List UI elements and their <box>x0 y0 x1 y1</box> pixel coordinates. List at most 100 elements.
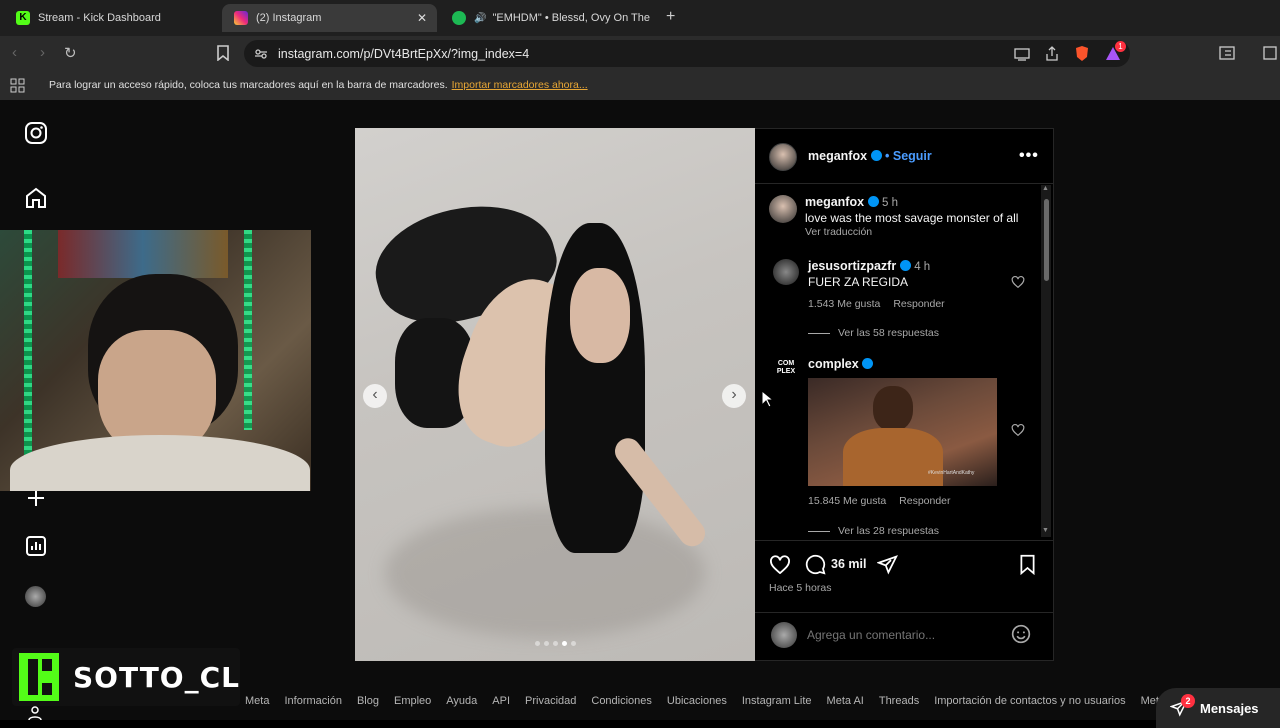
follow-button[interactable]: • Seguir <box>885 149 932 163</box>
footer-link[interactable]: Blog <box>357 695 379 707</box>
save-icon[interactable] <box>1018 554 1037 575</box>
post-image[interactable]: ‹ › <box>355 128 755 661</box>
back-icon[interactable]: ‹ <box>12 44 17 61</box>
apps-grid-icon[interactable] <box>10 78 25 93</box>
footer-link[interactable]: Threads <box>879 695 919 707</box>
like-comment-icon[interactable] <box>1011 275 1025 288</box>
view-replies-button[interactable]: Ver las 58 respuestas <box>808 327 939 339</box>
like-icon[interactable] <box>769 554 791 574</box>
author-username[interactable]: meganfox <box>808 149 867 163</box>
kick-logo-arm-bottom <box>42 683 52 695</box>
address-bar-row: ‹ › ↻ instagram.com/p/DVt4BrtEpXx/?img_i… <box>0 36 1280 70</box>
post-timestamp: Hace 5 horas <box>769 582 832 594</box>
gif-person-body <box>843 428 943 486</box>
browser-tab-bar: K Stream - Kick Dashboard (2) Instagram … <box>0 0 1280 36</box>
footer-link[interactable]: Privacidad <box>525 695 576 707</box>
comment-username[interactable]: complex <box>808 357 859 371</box>
footer-link[interactable]: Meta AI <box>827 695 864 707</box>
tab-title: (2) Instagram <box>256 12 322 24</box>
sidebar-toggle-icon[interactable] <box>1219 46 1235 60</box>
reply-button[interactable]: Responder <box>899 495 950 507</box>
url-input[interactable]: instagram.com/p/DVt4BrtEpXx/?img_index=4… <box>244 40 1130 67</box>
messages-button[interactable]: 2 Mensajes <box>1156 688 1280 728</box>
new-tab-icon[interactable]: + <box>666 8 675 26</box>
profile-avatar[interactable] <box>25 586 46 607</box>
tab-title: Stream - Kick Dashboard <box>38 12 161 24</box>
footer-link[interactable]: Importación de contactos y no usuarios <box>934 695 1125 707</box>
cast-icon[interactable] <box>1014 47 1030 61</box>
comment-likes[interactable]: 15.845 Me gusta <box>808 495 886 507</box>
home-icon[interactable] <box>24 186 48 210</box>
bookmarks-hint: Para lograr un acceso rápido, coloca tus… <box>49 79 448 91</box>
comment-gif[interactable]: #KevinHartAndKathy <box>808 378 997 486</box>
view-replies-button[interactable]: Ver las 28 respuestas <box>808 525 939 537</box>
footer-link[interactable]: Ayuda <box>446 695 477 707</box>
footer-link[interactable]: Empleo <box>394 695 431 707</box>
like-comment-icon[interactable] <box>1011 423 1025 436</box>
footer-link[interactable]: Condiciones <box>591 695 652 707</box>
verified-badge-icon <box>867 196 879 207</box>
current-user-avatar <box>771 622 797 648</box>
add-comment-input[interactable] <box>807 625 997 645</box>
import-bookmarks-link[interactable]: Importar marcadores ahora... <box>452 79 588 91</box>
footer-link[interactable]: Información <box>284 695 341 707</box>
tab-kick-dashboard[interactable]: K Stream - Kick Dashboard <box>4 4 219 32</box>
more-options-icon[interactable]: ••• <box>1019 147 1039 165</box>
kick-stream-overlay: SOTTO_CL <box>12 648 240 706</box>
gif-caption: #KevinHartAndKathy <box>928 470 975 476</box>
commenter-avatar[interactable]: COM PLEX <box>773 356 799 382</box>
forward-icon[interactable]: › <box>40 44 45 61</box>
reply-button[interactable]: Responder <box>893 298 944 310</box>
photo-figure-face <box>570 268 630 363</box>
brave-shields-icon[interactable] <box>1074 45 1090 62</box>
footer-link[interactable]: Instagram Lite <box>742 695 812 707</box>
footer-link[interactable]: API <box>492 695 510 707</box>
dashboard-icon[interactable] <box>24 534 48 558</box>
reload-icon[interactable]: ↻ <box>64 44 77 62</box>
rewards-badge: 1 <box>1115 41 1126 52</box>
comments-scrollbar[interactable]: ▲ ▼ <box>1041 185 1051 537</box>
commenter-avatar[interactable] <box>773 259 799 285</box>
footer-link[interactable]: Meta <box>245 695 269 707</box>
carousel-dot <box>562 641 567 646</box>
author-avatar[interactable] <box>769 143 797 171</box>
bookmark-icon[interactable] <box>216 45 230 61</box>
caption-avatar[interactable] <box>769 195 797 223</box>
messages-badge: 2 <box>1181 694 1195 708</box>
kick-favicon-icon: K <box>16 11 30 25</box>
mouse-cursor-icon <box>761 390 773 408</box>
scroll-down-icon[interactable]: ▼ <box>1042 527 1049 534</box>
verified-badge-icon <box>862 358 874 369</box>
comment-likes[interactable]: 1.543 Me gusta <box>808 298 880 310</box>
replies-line <box>808 530 830 532</box>
tab-instagram[interactable]: (2) Instagram ✕ <box>222 4 437 32</box>
instagram-logo-icon[interactable] <box>24 121 48 145</box>
carousel-prev-button[interactable]: ‹ <box>363 384 387 408</box>
view-replies-label: Ver las 58 respuestas <box>838 327 939 339</box>
comment-icon[interactable] <box>805 554 826 575</box>
caption-text: love was the most savage monster of all <box>805 211 1019 225</box>
carousel-next-button[interactable]: › <box>722 384 746 408</box>
share-icon[interactable] <box>877 554 898 575</box>
see-translation-link[interactable]: Ver traducción <box>805 226 872 238</box>
share-icon[interactable] <box>1044 46 1060 62</box>
wallet-icon[interactable] <box>1262 45 1278 61</box>
wall-posters <box>58 230 228 278</box>
comment-username[interactable]: jesusortizpazfr <box>808 259 896 273</box>
post-side-panel: meganfox • Seguir ••• meganfox 5 h love … <box>755 128 1054 661</box>
close-tab-icon[interactable]: ✕ <box>417 11 427 25</box>
tab-spotify[interactable]: 🔊 "EMHDM" • Blessd, Ovy On The I <box>440 4 658 32</box>
verified-badge-icon <box>870 150 882 161</box>
instagram-favicon-icon <box>234 11 248 25</box>
site-settings-icon[interactable] <box>254 47 268 61</box>
actions-divider <box>755 540 1054 541</box>
scrollbar-thumb[interactable] <box>1044 199 1049 281</box>
webcam-overlay <box>0 230 311 491</box>
carousel-dot <box>544 641 549 646</box>
caption-username[interactable]: meganfox <box>805 195 864 209</box>
streamer-name: SOTTO_CL <box>72 660 240 694</box>
emoji-icon[interactable] <box>1011 624 1031 644</box>
comment-time: 4 h <box>914 261 931 273</box>
scroll-up-icon[interactable]: ▲ <box>1042 185 1049 192</box>
footer-link[interactable]: Ubicaciones <box>667 695 727 707</box>
